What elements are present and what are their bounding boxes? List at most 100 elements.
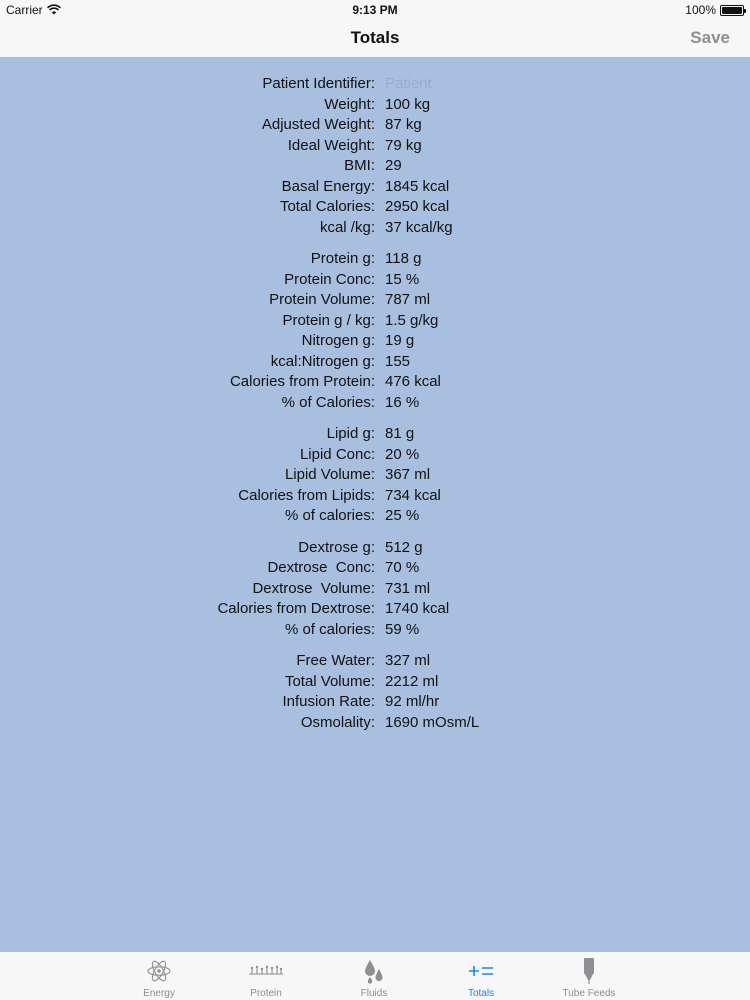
row-label: Dextrose g: [298,538,375,556]
save-button[interactable]: Save [690,28,730,48]
row-value: 118 g [385,250,422,267]
tab-label: Energy [143,988,175,999]
total-row: BMI: 29 [0,156,750,177]
total-row: Infusion Rate: 92 ml/hr [0,692,750,713]
row-value: 1845 kcal [385,177,450,195]
row-value: 59 % [385,620,420,638]
row-label: Free Water: [296,652,375,669]
tab-totals[interactable]: Totals [431,952,531,1000]
total-row: Basal Energy: 1845 kcal [0,177,750,198]
total-row: Dextrose Conc: 70 % [0,558,750,579]
row-value: 19 g [385,332,415,349]
total-row: Dextrose g: 512 g [0,538,750,559]
row-value: 1740 kcal [385,600,450,617]
row-value: 16 % [385,393,420,411]
row-value: 2950 kcal [385,198,450,215]
row-value: 476 kcal [385,373,441,390]
patient-identifier-field[interactable]: Patient [375,74,432,95]
total-row: Protein g / kg: 1.5 g/kg [0,311,750,332]
droplets-icon [324,958,424,984]
row-label: Protein g / kg: [282,311,375,329]
row-label: Ideal Weight: [287,136,375,154]
row-value: 734 kcal [385,486,441,504]
total-row: Total Calories: 2950 kcal [0,197,750,218]
total-row: Total Volume: 2212 ml [0,672,750,693]
total-row: Patient Identifier: Patient [0,74,750,95]
tab-protein[interactable]: Protein [216,952,316,1000]
row-label: kcal /kg: [319,218,375,236]
total-row: Ideal Weight: 79 kg [0,136,750,157]
page-title: Totals [350,28,400,47]
row-label: % of Calories: [281,393,375,411]
row-value: 25 % [385,507,420,524]
row-label: Basal Energy: [281,177,375,195]
total-row: kcal:Nitrogen g: 155 [0,352,750,373]
total-row: Calories from Protein: 476 kcal [0,372,750,393]
protein-chain-icon [216,958,316,984]
totals-section: Dextrose g: 512 g Dextrose Conc: 70 % Dextro… [0,538,750,641]
row-label: Lipid g: [326,425,375,442]
row-label: Calories from Dextrose: [217,600,375,617]
row-value: 2212 ml [385,672,439,690]
row-label: Protein Volume: [269,291,375,308]
row-value: 20 % [385,445,420,463]
row-value: 92 ml/hr [385,693,440,710]
atom-icon [109,958,209,984]
totals-section: Protein g: 118 g Protein Conc: 15 % Protein … [0,249,750,413]
row-label: Total Calories: [279,198,375,215]
totals-section: Patient Identifier: Patient Weight: 100 kg A… [0,74,750,238]
row-value: 512 g [385,538,423,556]
row-label: % of calories: [284,507,375,524]
tab-fluids[interactable]: Fluids [324,952,424,1000]
row-value: 731 ml [385,579,431,597]
row-label: % of calories: [284,620,375,638]
row-value: 787 ml [385,291,431,308]
total-row: Lipid Volume: 367 ml [0,465,750,486]
row-value: 100 kg [385,95,431,113]
syringe-icon [539,958,639,984]
row-label: kcal:Nitrogen g: [270,352,375,370]
battery-icon [720,5,746,16]
row-value: 155 [385,352,411,370]
row-value: 1690 mOsm/L [385,713,480,731]
status-bar: Carrier 9:13 PM 100% [0,0,750,20]
row-label: Adjusted Weight: [261,116,375,133]
row-value: 15 % [385,270,420,288]
total-row: Calories from Dextrose: 1740 kcal [0,599,750,620]
total-row: % of Calories: 16 % [0,393,750,414]
row-label: Dextrose Volume: [252,579,375,597]
row-label: Calories from Lipids: [238,486,375,504]
row-value: 87 kg [385,116,422,133]
total-row: Calories from Lipids: 734 kcal [0,486,750,507]
total-row: Protein Conc: 15 % [0,270,750,291]
row-value: 327 ml [385,652,431,669]
row-value: 1.5 g/kg [385,311,439,329]
row-value: 70 % [385,559,420,576]
tab-label: Totals [467,988,495,999]
tab-tube-feeds[interactable]: Tube Feeds [539,952,639,1000]
totals-section: Free Water: 327 ml Total Volume: 2212 ml Inf… [0,651,750,733]
total-row: Dextrose Volume: 731 ml [0,579,750,600]
row-label: Calories from Protein: [229,373,375,390]
tab-label: Tube Feeds [562,988,616,999]
row-label: Lipid Conc: [299,445,375,463]
battery-percentage: 100% [685,3,716,17]
row-value: 367 ml [385,466,431,483]
tab-energy[interactable]: Energy [109,952,209,1000]
total-row: kcal /kg: 37 kcal/kg [0,218,750,239]
row-value: 37 kcal/kg [385,218,453,236]
total-row: Protein g: 118 g [0,249,750,270]
total-row: Protein Volume: 787 ml [0,290,750,311]
row-label: BMI: [344,157,375,174]
total-row: Osmolality: 1690 mOsm/L [0,713,750,734]
total-row: Free Water: 327 ml [0,651,750,672]
row-label: Nitrogen g: [301,332,375,349]
total-row: Adjusted Weight: 87 kg [0,115,750,136]
total-row: Lipid g: 81 g [0,424,750,445]
row-label: Weight: [324,95,375,113]
tab-label: Protein [250,988,282,999]
row-value: 79 kg [385,136,422,154]
tab-label: Fluids [360,988,388,999]
navigation-bar: Totals Save [0,20,750,58]
row-label: Protein g: [310,250,375,267]
